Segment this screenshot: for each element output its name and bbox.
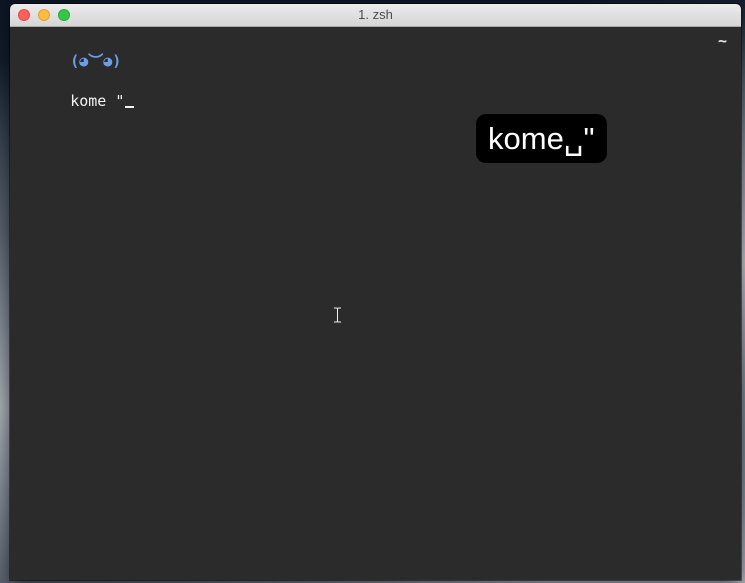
- window-title: 1. zsh: [358, 7, 393, 22]
- titlebar: 1. zsh: [10, 4, 741, 27]
- terminal-window: 1. zsh (◕︶◕) kome " ~ kome␣": [10, 4, 741, 580]
- terminal-content[interactable]: (◕︶◕) kome " ~: [10, 27, 741, 580]
- text-cursor-icon: [334, 307, 341, 323]
- text-cursor: [125, 106, 135, 108]
- keystroke-overlay: kome␣": [476, 114, 607, 163]
- current-directory: ~: [717, 32, 727, 50]
- command-line: (◕︶◕) kome ": [16, 31, 135, 131]
- command-input[interactable]: kome ": [70, 92, 124, 110]
- prompt-symbol: (◕︶◕): [70, 52, 122, 70]
